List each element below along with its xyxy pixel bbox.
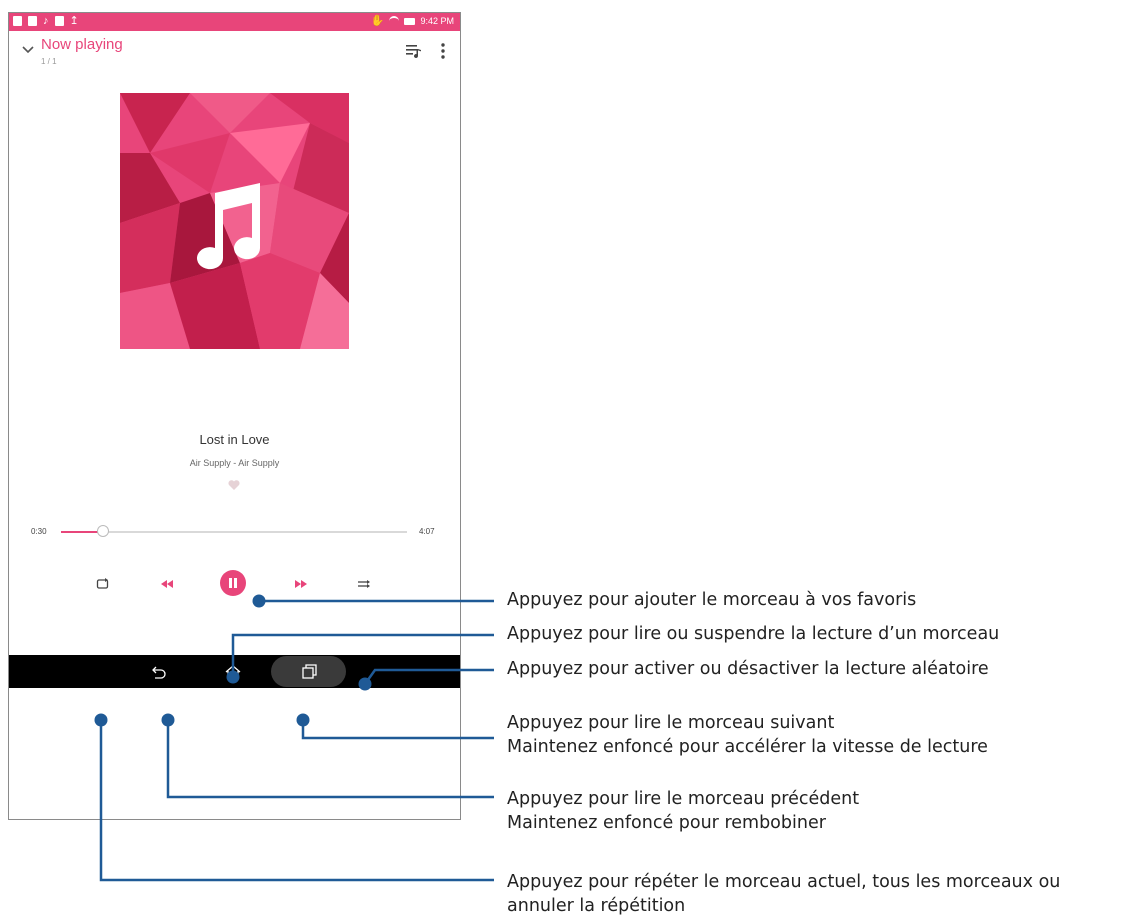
shuffle-icon xyxy=(358,580,370,588)
app-bar: Now playing 1 / 1 xyxy=(9,31,460,73)
home-icon[interactable] xyxy=(223,662,243,682)
time-total: 4:07 xyxy=(419,527,435,536)
back-icon[interactable] xyxy=(149,662,169,682)
repeat-button[interactable] xyxy=(91,572,115,596)
callout-next-line2: Maintenez enfoncé pour accélérer la vite… xyxy=(507,737,988,757)
wifi-icon xyxy=(389,16,400,26)
queue-music-icon[interactable] xyxy=(404,41,424,61)
seek-thumb[interactable] xyxy=(96,525,109,537)
do-not-disturb-icon: ✋ xyxy=(370,15,385,27)
play-pause-button[interactable] xyxy=(220,570,246,596)
callout-favorite: Appuyez pour ajouter le morceau à vos fa… xyxy=(507,590,917,610)
battery-icon xyxy=(404,17,416,25)
repeat-icon xyxy=(96,578,109,589)
download-icon: ↥ xyxy=(69,15,79,27)
callout-play-pause: Appuyez pour lire ou suspendre la lectur… xyxy=(507,624,1000,644)
more-vertical-icon[interactable] xyxy=(436,41,450,61)
status-bar: ♪ ↥ ✋ 9:42 PM xyxy=(9,13,460,31)
callout-shuffle: Appuyez pour activer ou désactiver la le… xyxy=(507,659,989,679)
shuffle-button[interactable] xyxy=(352,572,376,596)
navigation-bar xyxy=(9,655,460,688)
chevron-down-icon[interactable] xyxy=(19,41,37,59)
callout-repeat-line1: Appuyez pour répéter le morceau actuel, … xyxy=(507,872,1061,892)
queue-position: 1 / 1 xyxy=(41,57,57,66)
album-art xyxy=(120,93,349,349)
recents-icon[interactable] xyxy=(300,663,318,681)
status-time: 9:42 PM xyxy=(420,16,454,26)
callout-next-line1: Appuyez pour lire le morceau suivant xyxy=(507,713,835,733)
music-note-icon: ♪ xyxy=(43,15,49,27)
tablet-screen: ♪ ↥ ✋ 9:42 PM Now playing 1 / 1 Lost in … xyxy=(8,12,461,820)
callout-previous-line1: Appuyez pour lire le morceau précédent xyxy=(507,789,860,809)
pause-icon xyxy=(229,578,237,588)
notification-icon xyxy=(13,16,22,26)
callout-previous: Appuyez pour lire le morceau précédent M… xyxy=(507,787,859,835)
calendar-icon xyxy=(28,16,37,26)
time-elapsed: 0:30 xyxy=(31,527,47,536)
callout-next: Appuyez pour lire le morceau suivant Mai… xyxy=(507,711,988,759)
page-title: Now playing xyxy=(41,36,123,53)
callout-repeat-line2: annuler la répétition xyxy=(507,896,686,916)
previous-button[interactable] xyxy=(155,572,179,596)
rewind-icon xyxy=(161,580,173,588)
message-icon xyxy=(54,16,64,26)
song-artist: Air Supply - Air Supply xyxy=(189,458,280,468)
seek-bar[interactable] xyxy=(61,525,407,537)
next-button[interactable] xyxy=(289,572,313,596)
notification-icons: ♪ ↥ xyxy=(13,15,79,27)
heart-icon[interactable] xyxy=(227,478,241,492)
callout-previous-line2: Maintenez enfoncé pour rembobiner xyxy=(507,813,826,833)
song-title: Lost in Love xyxy=(199,432,270,447)
fast-forward-icon xyxy=(295,580,307,588)
callout-repeat: Appuyez pour répéter le morceau actuel, … xyxy=(507,870,1060,918)
